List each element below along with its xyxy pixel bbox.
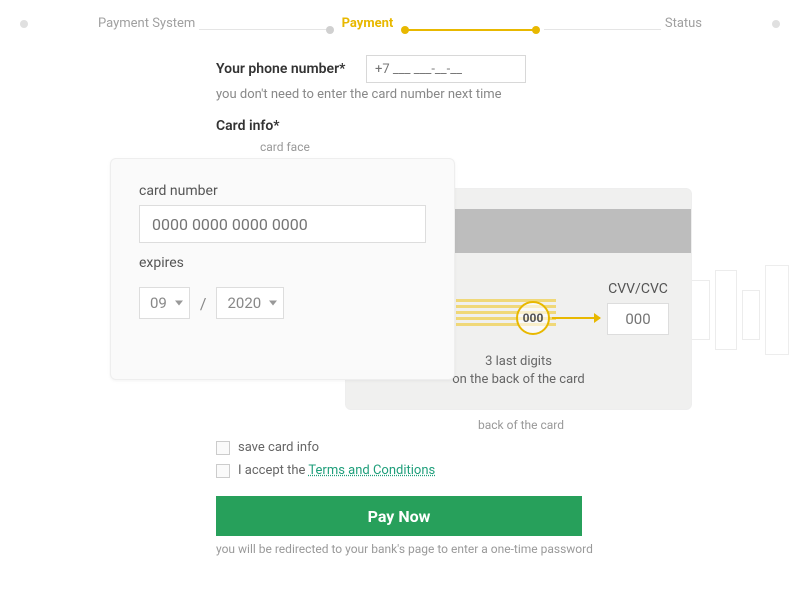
accept-terms-checkbox[interactable] — [216, 464, 230, 478]
pay-now-button[interactable]: Pay Now — [216, 496, 582, 536]
save-card-checkbox[interactable] — [216, 441, 230, 455]
accept-terms-prefix: I accept the — [238, 463, 308, 478]
step-payment[interactable]: Payment — [342, 16, 394, 31]
terms-link[interactable]: Terms and Conditions — [308, 463, 435, 478]
cvv-arrow-icon — [552, 317, 600, 319]
redirect-hint: you will be redirected to your bank's pa… — [216, 542, 800, 556]
step-status[interactable]: Status — [665, 16, 702, 31]
expiry-month-value: 09 — [150, 294, 167, 312]
card-info-label: Card info* — [216, 118, 800, 134]
cvv-input[interactable] — [607, 303, 669, 335]
cvv-label: CVV/CVC — [607, 281, 669, 297]
card-face-caption: card face — [260, 140, 310, 154]
phone-label: Your phone number* — [216, 61, 366, 77]
checkout-stepper: Payment System Payment Status — [0, 0, 800, 31]
expires-label: expires — [139, 255, 426, 271]
stepper-end-dot — [772, 20, 780, 28]
chevron-down-icon — [175, 301, 183, 306]
step-line-3 — [544, 29, 661, 30]
step-payment-system[interactable]: Payment System — [98, 16, 195, 31]
expiry-separator: / — [200, 294, 207, 313]
expiry-year-value: 2020 — [227, 294, 261, 312]
chevron-down-icon — [269, 301, 277, 306]
step-line-1 — [199, 29, 329, 30]
card-number-input[interactable] — [139, 205, 426, 243]
phone-hint: you don't need to enter the card number … — [216, 87, 800, 102]
expiry-year-select[interactable]: 2020 — [216, 287, 284, 319]
stepper-start-dot — [20, 20, 28, 28]
step-line-2 — [405, 29, 535, 31]
expiry-month-select[interactable]: 09 — [139, 287, 190, 319]
cvv-highlight-icon: 000 — [516, 301, 550, 335]
save-card-label: save card info — [238, 440, 319, 455]
card-back-caption: back of the card — [478, 418, 564, 432]
card-area: card face 000 CVV/CVC 3 last digits on t… — [110, 144, 692, 434]
card-front: card number expires 09 / 2020 — [110, 158, 455, 380]
card-number-label: card number — [139, 183, 426, 199]
options: save card info I accept the Terms and Co… — [216, 440, 800, 478]
phone-input[interactable] — [366, 55, 526, 83]
